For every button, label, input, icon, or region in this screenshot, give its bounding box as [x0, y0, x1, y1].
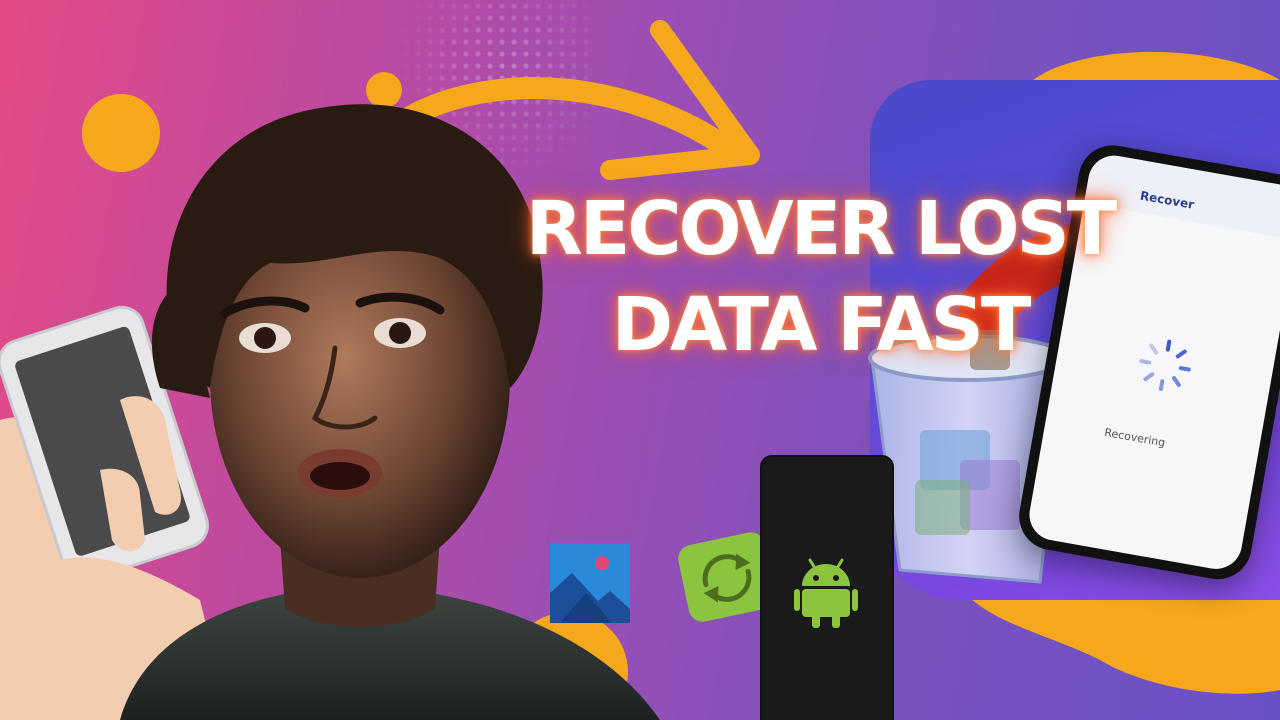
recovering-status: Recovering	[1103, 425, 1167, 450]
gallery-icon	[550, 543, 630, 623]
android-phone	[760, 455, 894, 720]
headline-line-1: RECOVER LOST	[525, 186, 1118, 272]
android-icon	[794, 558, 858, 628]
headline-line-2: DATA FAST	[611, 282, 1032, 368]
thumbnail-canvas: Recover Recovering RECOVER LOST DATA FAS…	[0, 0, 1280, 720]
headline: RECOVER LOST DATA FAST	[480, 176, 1160, 376]
